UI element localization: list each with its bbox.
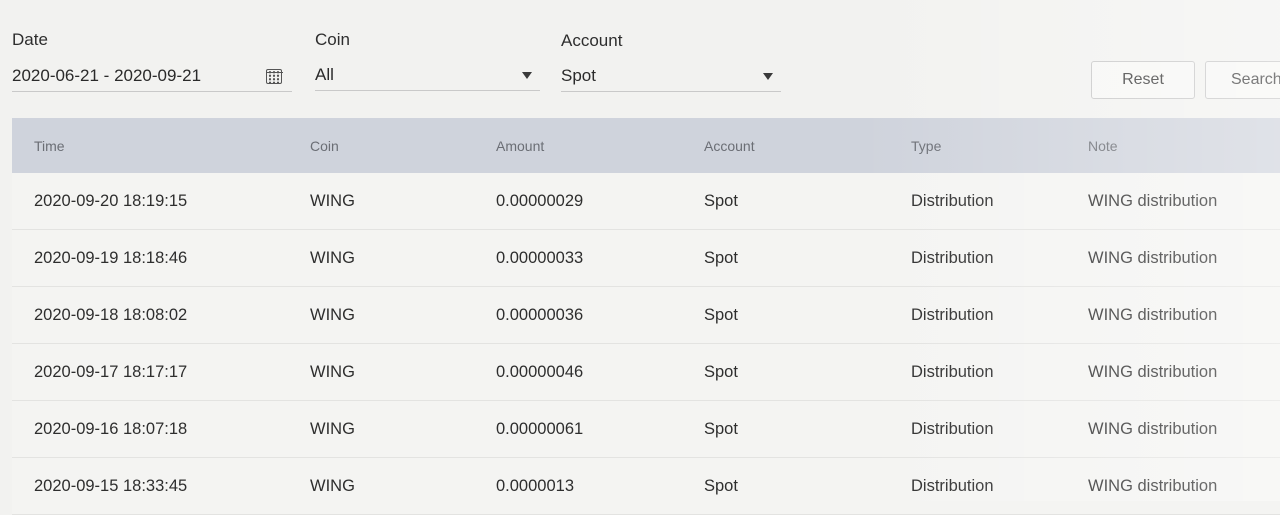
cell-note: WING distribution bbox=[1088, 306, 1218, 324]
chevron-down-icon[interactable] bbox=[522, 71, 532, 79]
coin-label: Coin bbox=[315, 30, 350, 49]
cell-amount: 0.00000061 bbox=[496, 420, 584, 438]
cell-coin: WING bbox=[310, 192, 355, 210]
search-button[interactable]: Search bbox=[1205, 61, 1280, 99]
cell-coin: WING bbox=[310, 249, 355, 267]
cell-note: WING distribution bbox=[1088, 249, 1218, 267]
cell-coin: WING bbox=[310, 477, 355, 495]
table-row: 2020-09-20 18:19:15 WING 0.00000029 Spot… bbox=[12, 173, 1280, 230]
chevron-down-icon[interactable] bbox=[763, 72, 773, 80]
column-header-type: Type bbox=[911, 138, 942, 154]
cell-account: Spot bbox=[704, 420, 738, 438]
cell-time: 2020-09-16 18:07:18 bbox=[34, 420, 188, 438]
table-row: 2020-09-17 18:17:17 WING 0.00000046 Spot… bbox=[12, 344, 1280, 401]
reset-button[interactable]: Reset bbox=[1091, 61, 1195, 99]
cell-note: WING distribution bbox=[1088, 363, 1218, 381]
cell-note: WING distribution bbox=[1088, 192, 1218, 210]
date-label: Date bbox=[12, 30, 48, 49]
cell-note: WING distribution bbox=[1088, 477, 1218, 495]
cell-amount: 0.00000036 bbox=[496, 306, 584, 324]
account-select[interactable]: Spot bbox=[561, 61, 781, 92]
column-header-amount: Amount bbox=[496, 138, 545, 154]
date-range-value: 2020-06-21 - 2020-09-21 bbox=[12, 66, 202, 85]
column-header-coin: Coin bbox=[310, 138, 339, 154]
cell-account: Spot bbox=[704, 363, 738, 381]
date-range-picker[interactable]: 2020-06-21 - 2020-09-21 bbox=[12, 61, 292, 92]
cell-coin: WING bbox=[310, 306, 355, 324]
cell-account: Spot bbox=[704, 249, 738, 267]
cell-coin: WING bbox=[310, 363, 355, 381]
distribution-table: Time Coin Amount Account Type Note 2020-… bbox=[12, 118, 1280, 515]
cell-time: 2020-09-15 18:33:45 bbox=[34, 477, 188, 495]
table-row: 2020-09-15 18:33:45 WING 0.0000013 Spot … bbox=[12, 458, 1280, 515]
cell-note: WING distribution bbox=[1088, 420, 1218, 438]
cell-type: Distribution bbox=[911, 249, 994, 267]
cell-account: Spot bbox=[704, 306, 738, 324]
cell-time: 2020-09-17 18:17:17 bbox=[34, 363, 188, 381]
table-header: Time Coin Amount Account Type Note bbox=[12, 118, 1280, 173]
table-row: 2020-09-16 18:07:18 WING 0.00000061 Spot… bbox=[12, 401, 1280, 458]
column-header-account: Account bbox=[704, 138, 755, 154]
cell-type: Distribution bbox=[911, 306, 994, 324]
column-header-time: Time bbox=[34, 138, 65, 154]
coin-select-value: All bbox=[315, 65, 334, 84]
cell-type: Distribution bbox=[911, 363, 994, 381]
cell-account: Spot bbox=[704, 477, 738, 495]
cell-amount: 0.00000029 bbox=[496, 192, 584, 210]
cell-account: Spot bbox=[704, 192, 738, 210]
cell-amount: 0.00000046 bbox=[496, 363, 584, 381]
filter-bar: Date 2020-06-21 - 2020-09-21 Coin All Ac… bbox=[0, 0, 1280, 118]
cell-time: 2020-09-20 18:19:15 bbox=[34, 192, 188, 210]
account-select-value: Spot bbox=[561, 66, 596, 85]
cell-amount: 0.00000033 bbox=[496, 249, 584, 267]
cell-time: 2020-09-18 18:08:02 bbox=[34, 306, 188, 324]
column-header-note: Note bbox=[1088, 138, 1118, 154]
coin-select[interactable]: All bbox=[315, 60, 540, 91]
calendar-icon[interactable] bbox=[265, 68, 283, 84]
cell-type: Distribution bbox=[911, 192, 994, 210]
cell-coin: WING bbox=[310, 420, 355, 438]
account-label: Account bbox=[561, 31, 623, 50]
cell-type: Distribution bbox=[911, 477, 994, 495]
table-row: 2020-09-18 18:08:02 WING 0.00000036 Spot… bbox=[12, 287, 1280, 344]
cell-amount: 0.0000013 bbox=[496, 477, 574, 495]
cell-time: 2020-09-19 18:18:46 bbox=[34, 249, 188, 267]
table-row: 2020-09-19 18:18:46 WING 0.00000033 Spot… bbox=[12, 230, 1280, 287]
cell-type: Distribution bbox=[911, 420, 994, 438]
